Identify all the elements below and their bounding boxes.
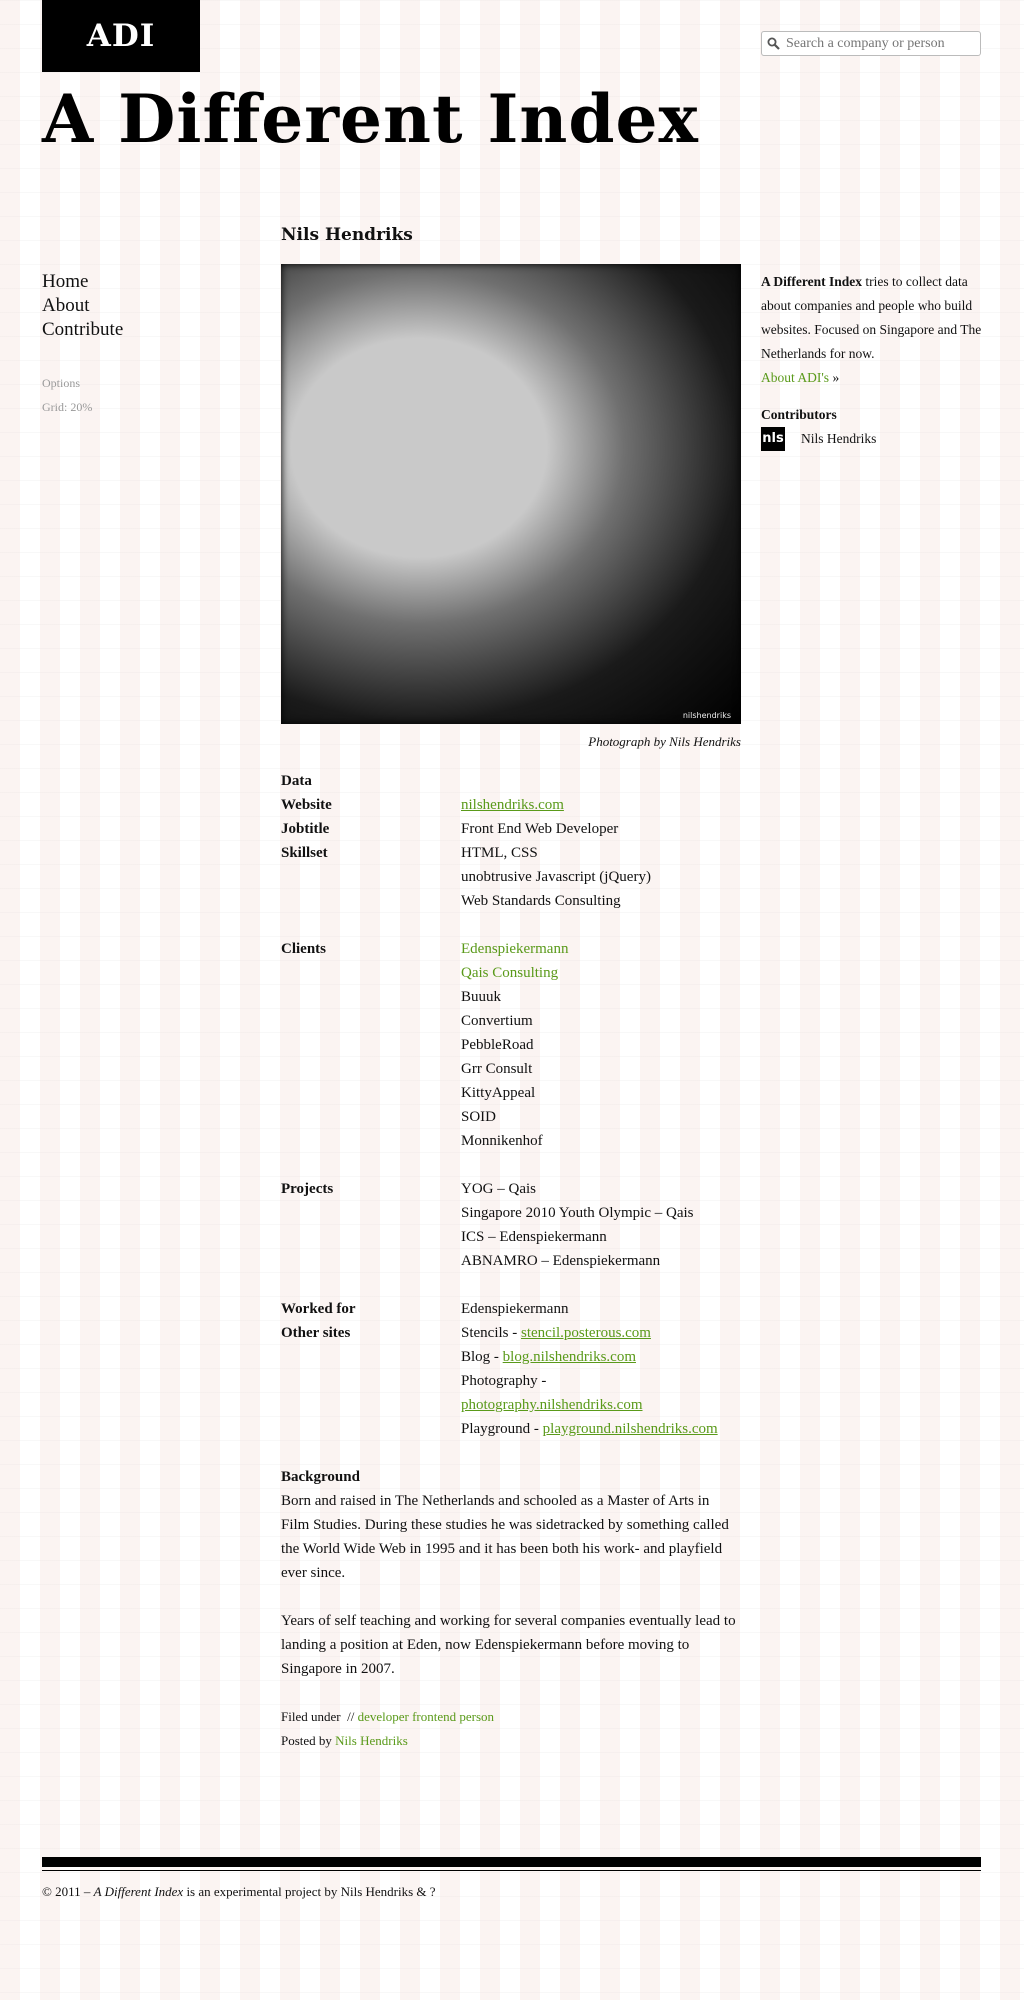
- client-item: KittyAppeal: [461, 1085, 536, 1101]
- project-item: YOG – Qais: [461, 1181, 536, 1197]
- other-site-item: Blog - blog.nilshendriks.com: [461, 1349, 636, 1365]
- client-item: Buuuk: [461, 989, 502, 1005]
- sidebar-intro: A Different Index tries to collect data …: [761, 274, 982, 361]
- client-item: Monnikenhof: [461, 1133, 543, 1149]
- other-site-item: Stencils - stencil.posterous.com: [461, 1325, 651, 1341]
- about-adi: About ADI's »: [761, 370, 840, 385]
- skill-item: HTML, CSS: [461, 845, 538, 861]
- grid-setting[interactable]: Grid: 20%: [42, 395, 92, 419]
- avatar: nls: [761, 427, 785, 451]
- project-item: Singapore 2010 Youth Olympic – Qais: [461, 1205, 694, 1221]
- data-heading: Data: [281, 773, 312, 789]
- search-box[interactable]: [761, 31, 981, 56]
- posted-by: Posted by Nils Hendriks: [281, 1733, 408, 1748]
- other-site-link[interactable]: stencil.posterous.com: [521, 1325, 651, 1341]
- skill-item: unobtrusive Javascript (jQuery): [461, 869, 651, 885]
- about-adi-link[interactable]: About ADI's: [761, 370, 829, 385]
- project-item: ICS – Edenspiekermann: [461, 1229, 607, 1245]
- footer-divider-thin: [42, 1870, 981, 1871]
- options-toggle[interactable]: Options: [42, 371, 92, 395]
- other-sites-label: Other sites: [281, 1325, 351, 1341]
- person-photo: nilshendriks: [281, 264, 741, 724]
- website-label: Website: [281, 797, 332, 813]
- other-site-link[interactable]: photography.nilshendriks.com: [461, 1397, 643, 1413]
- footer: © 2011 – A Different Index is an experim…: [42, 1884, 436, 1899]
- client-link[interactable]: Qais Consulting: [461, 961, 741, 985]
- nav-item-home[interactable]: Home: [42, 270, 123, 294]
- photo-watermark: nilshendriks: [682, 711, 731, 720]
- other-site-item: Photography - photography.nilshendriks.co…: [461, 1373, 643, 1413]
- background-paragraph: Born and raised in The Netherlands and s…: [281, 1493, 729, 1581]
- client-link[interactable]: Edenspiekermann: [461, 937, 741, 961]
- search-icon: [762, 37, 784, 50]
- main-nav: Home About Contribute: [42, 270, 123, 342]
- footer-divider: [42, 1857, 981, 1867]
- projects-label: Projects: [281, 1181, 334, 1197]
- worked-for-label: Worked for: [281, 1301, 356, 1317]
- person-data: Data Website nilshendriks.com Jobtitle F…: [281, 769, 741, 1753]
- other-site-link[interactable]: blog.nilshendriks.com: [503, 1349, 636, 1365]
- skill-item: Web Standards Consulting: [461, 893, 621, 909]
- contributor-item[interactable]: nls Nils Hendriks: [761, 427, 985, 451]
- nav-item-contribute[interactable]: Contribute: [42, 318, 123, 342]
- person-name: Nils Hendriks: [281, 225, 413, 245]
- contributor-name: Nils Hendriks: [801, 431, 877, 446]
- jobtitle-label: Jobtitle: [281, 821, 330, 837]
- filed-under: Filed under // developer frontend person: [281, 1709, 495, 1724]
- footer-title: A Different Index: [93, 1884, 184, 1899]
- site-logo[interactable]: ADI: [42, 0, 200, 72]
- client-item: Grr Consult: [461, 1061, 533, 1077]
- site-title: A Different Index: [42, 80, 699, 158]
- search-input[interactable]: [784, 35, 978, 52]
- photo-caption: Photograph by Nils Hendriks: [588, 734, 741, 749]
- person-article: Nils Hendriks nilshendriks Photograph by…: [281, 220, 741, 1753]
- nav-item-about[interactable]: About: [42, 294, 123, 318]
- client-item: PebbleRoad: [461, 1037, 534, 1053]
- tags-link[interactable]: developer frontend person: [358, 1709, 494, 1724]
- author-link[interactable]: Nils Hendriks: [335, 1733, 408, 1748]
- background-heading: Background: [281, 1469, 360, 1485]
- other-site-link[interactable]: playground.nilshendriks.com: [543, 1421, 718, 1437]
- project-item: ABNAMRO – Edenspiekermann: [461, 1253, 661, 1269]
- client-item: Convertium: [461, 1013, 533, 1029]
- jobtitle-value: Front End Web Developer: [461, 821, 619, 837]
- worked-for-value: Edenspiekermann: [461, 1301, 569, 1317]
- skillset-label: Skillset: [281, 845, 328, 861]
- clients-label: Clients: [281, 941, 326, 957]
- other-site-item: Playground - playground.nilshendriks.com: [461, 1421, 718, 1437]
- client-item: SOID: [461, 1109, 497, 1125]
- sidebar: A Different Index tries to collect data …: [761, 270, 985, 451]
- website-link[interactable]: nilshendriks.com: [461, 797, 564, 813]
- contributors-heading: Contributors: [761, 407, 837, 422]
- options-panel: Options Grid: 20%: [42, 371, 92, 419]
- background-paragraph: Years of self teaching and working for s…: [281, 1613, 736, 1677]
